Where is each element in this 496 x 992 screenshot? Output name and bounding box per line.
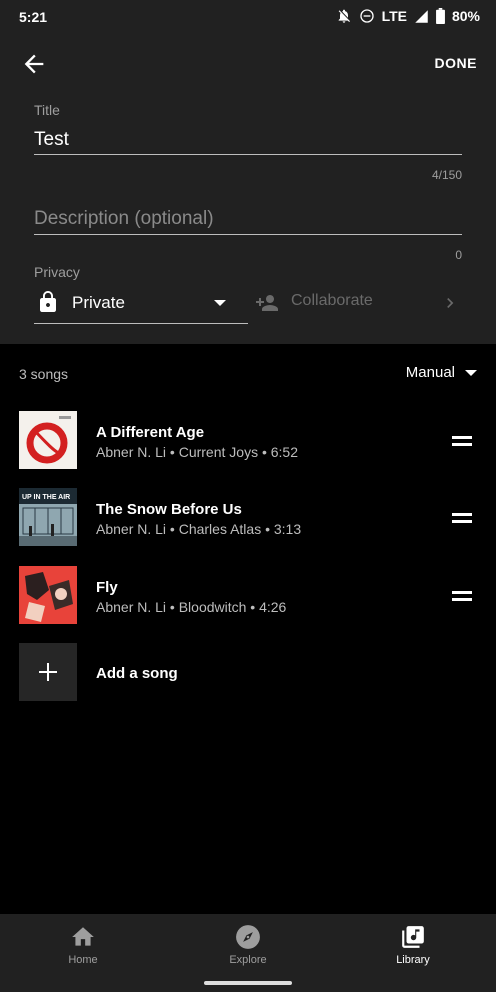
description-counter: 0 (455, 248, 462, 262)
song-subtitle: Abner N. Li • Charles Atlas • 3:13 (96, 521, 302, 537)
song-row[interactable]: Fly Abner N. Li • Bloodwitch • 4:26 (0, 566, 496, 628)
battery-percent: 80% (451, 8, 480, 24)
album-art (19, 566, 77, 624)
dropdown-arrow-icon (465, 369, 477, 376)
drag-handle-icon[interactable] (452, 513, 472, 527)
title-counter: 4/150 (431, 168, 462, 182)
title-input[interactable]: Test (34, 129, 69, 151)
dropdown-arrow-icon (214, 300, 226, 306)
nav-library-label: Library (396, 954, 430, 966)
home-icon (72, 927, 94, 946)
add-person-icon (256, 295, 278, 311)
add-song-button[interactable]: Add a song (0, 643, 496, 701)
sort-value: Manual (405, 364, 455, 381)
song-row[interactable]: UP IN THE AIR The Snow Before Us Abner N… (0, 488, 496, 550)
privacy-dropdown[interactable]: Private (34, 286, 248, 324)
status-bar: 5:21 LTE 80% (0, 0, 496, 36)
song-count: 3 songs (19, 366, 69, 382)
nav-home-label: Home (68, 954, 98, 966)
nav-explore-label: Explore (229, 954, 267, 966)
song-subtitle: Abner N. Li • Current Joys • 6:52 (96, 444, 299, 460)
collaborate-button[interactable]: Collaborate (253, 289, 463, 317)
network-type: LTE (381, 8, 407, 24)
status-time: 5:21 (19, 9, 48, 25)
song-row[interactable]: A Different Age Abner N. Li • Current Jo… (0, 411, 496, 473)
gesture-bar[interactable] (204, 981, 292, 985)
album-art: UP IN THE AIR (19, 488, 77, 546)
album-art (19, 411, 77, 469)
chevron-right-icon (447, 298, 454, 308)
nav-explore[interactable]: Explore (188, 924, 308, 966)
title-label: Title (34, 102, 60, 118)
back-arrow-icon[interactable] (20, 50, 48, 78)
privacy-value: Private (72, 293, 125, 312)
collaborate-label: Collaborate (291, 292, 373, 309)
add-song-label: Add a song (96, 665, 178, 682)
sort-dropdown[interactable]: Manual (406, 364, 477, 381)
privacy-label: Privacy (34, 264, 80, 280)
plus-icon (19, 643, 77, 701)
lock-icon (40, 291, 56, 312)
done-button[interactable]: DONE (435, 55, 477, 71)
signal-icon (415, 9, 428, 23)
song-title: A Different Age (96, 424, 205, 441)
song-subtitle: Abner N. Li • Bloodwitch • 4:26 (96, 599, 287, 615)
nav-library[interactable]: Library (353, 924, 473, 966)
title-underline (34, 154, 462, 155)
description-underline (34, 234, 462, 235)
description-input[interactable]: Description (optional) (34, 208, 214, 230)
album-art-text: UP IN THE AIR (22, 494, 70, 501)
notifications-off-icon (338, 9, 350, 23)
library-icon (402, 926, 424, 948)
bottom-navigation: Home Explore Library (0, 914, 496, 992)
do-not-disturb-icon (359, 9, 374, 23)
nav-home[interactable]: Home (23, 924, 143, 966)
drag-handle-icon[interactable] (452, 591, 472, 605)
drag-handle-icon[interactable] (452, 436, 472, 450)
battery-icon (436, 8, 445, 24)
compass-icon (236, 925, 260, 949)
song-title: The Snow Before Us (96, 501, 242, 518)
song-title: Fly (96, 579, 118, 596)
privacy-underline (34, 323, 248, 324)
